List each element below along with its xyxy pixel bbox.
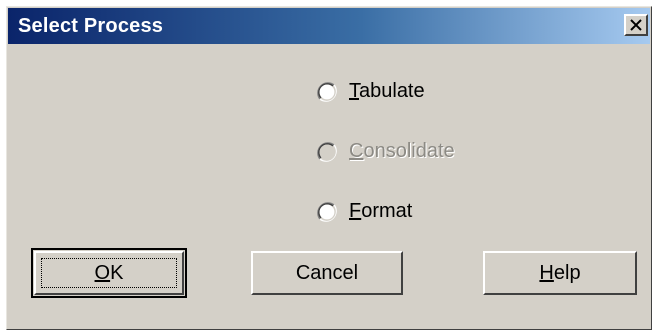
radio-button-icon[interactable] (317, 81, 337, 102)
focus-rectangle (41, 258, 177, 288)
radio-option-format[interactable]: Format (317, 200, 412, 223)
select-process-dialog: Select Process Tabulate Consolidate Form… (6, 6, 652, 330)
help-button[interactable]: Help (483, 251, 637, 295)
radio-button-icon (317, 141, 337, 162)
option-label-tabulate[interactable]: Tabulate (349, 80, 425, 103)
radio-option-tabulate[interactable]: Tabulate (317, 80, 425, 103)
ok-button[interactable]: OK (31, 248, 187, 298)
help-button-label: Help (539, 261, 581, 284)
radio-option-consolidate: Consolidate (317, 140, 455, 163)
title-bar[interactable]: Select Process (8, 8, 650, 44)
option-label-consolidate: Consolidate (349, 140, 455, 162)
close-button[interactable] (624, 14, 648, 36)
close-icon (630, 19, 642, 31)
dialog-title: Select Process (18, 15, 164, 37)
cancel-button[interactable]: Cancel (251, 251, 403, 295)
option-label-format[interactable]: Format (349, 200, 412, 223)
cancel-button-label: Cancel (295, 261, 359, 284)
radio-button-icon[interactable] (317, 201, 337, 222)
